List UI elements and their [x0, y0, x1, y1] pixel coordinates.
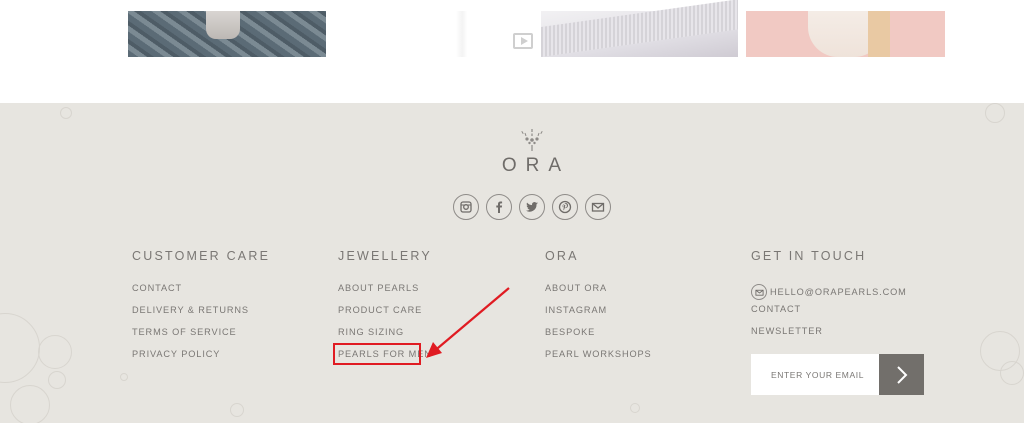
social-links [453, 194, 613, 222]
decorative-bubble [230, 403, 244, 417]
twitter-link[interactable] [519, 194, 545, 220]
pinterest-link[interactable] [552, 194, 578, 220]
link-about-pearls[interactable]: ABOUT PEARLS [338, 282, 432, 304]
link-product-care[interactable]: PRODUCT CARE [338, 304, 432, 326]
decorative-bubble [120, 373, 128, 381]
annotation-arrow [426, 287, 510, 358]
highlight-box [333, 343, 421, 365]
link-pearl-workshops[interactable]: PEARL WORKSHOPS [545, 348, 652, 370]
col-title-ora: ORA [545, 249, 579, 263]
decorative-bubble [630, 403, 640, 413]
logo-wordmark: ORA [501, 155, 571, 176]
footer-col-get-in-touch: GET IN TOUCH HELLO@ORAPEARLS.COM CONTACT… [751, 249, 907, 347]
col-title-customer-care: CUSTOMER CARE [132, 249, 271, 263]
pinterest-icon [558, 200, 572, 214]
link-bespoke[interactable]: BESPOKE [545, 326, 652, 348]
link-about-ora[interactable]: ABOUT ORA [545, 282, 652, 304]
link-privacy-policy[interactable]: PRIVACY POLICY [132, 348, 270, 370]
link-delivery-returns[interactable]: DELIVERY & RETURNS [132, 304, 270, 326]
instagram-link[interactable] [453, 194, 479, 220]
photo-white-wall[interactable] [541, 0, 738, 58]
email-row[interactable]: HELLO@ORAPEARLS.COM [751, 281, 907, 303]
decorative-bubble [0, 313, 40, 383]
site-footer: ORA CUSTOMER CARE CONTACT DELIVERY & RET… [0, 103, 1024, 423]
decorative-bubble [38, 335, 72, 369]
decorative-bubble [1000, 361, 1024, 385]
mail-icon [591, 202, 605, 212]
image-strip [0, 0, 1024, 103]
link-terms-of-service[interactable]: TERMS OF SERVICE [132, 326, 270, 348]
newsletter-submit-button[interactable] [879, 354, 924, 395]
decorative-bubble [60, 107, 72, 119]
photo-figure [206, 11, 240, 39]
pearl-crown-icon [521, 129, 543, 151]
facebook-icon [496, 201, 503, 213]
footer-col-customer-care: CUSTOMER CARE CONTACT DELIVERY & RETURNS… [132, 249, 270, 370]
play-icon[interactable] [513, 33, 533, 49]
decorative-bubble [985, 103, 1005, 123]
model-hair [868, 11, 890, 57]
link-newsletter[interactable]: NEWSLETTER [751, 325, 907, 347]
page-bottom [0, 423, 1024, 435]
link-contact-2[interactable]: CONTACT [751, 303, 907, 325]
link-instagram[interactable]: INSTAGRAM [545, 304, 652, 326]
twitter-icon [526, 202, 538, 212]
ora-logo[interactable]: ORA [492, 127, 572, 179]
instagram-icon [460, 201, 472, 213]
col-title-jewellery: JEWELLERY [338, 249, 432, 263]
mail-icon [751, 284, 767, 300]
col-title-get-in-touch: GET IN TOUCH [751, 249, 867, 263]
footer-col-ora: ORA ABOUT ORA INSTAGRAM BESPOKE PEARL WO… [545, 249, 652, 370]
decorative-bubble [10, 385, 50, 423]
facebook-link[interactable] [486, 194, 512, 220]
photo-pink-model[interactable] [746, 11, 945, 57]
link-email[interactable]: HELLO@ORAPEARLS.COM [770, 286, 907, 298]
email-link[interactable] [585, 194, 611, 220]
newsletter-email-input[interactable] [751, 354, 879, 395]
link-contact[interactable]: CONTACT [132, 282, 270, 304]
photo-cobblestone[interactable] [128, 11, 326, 57]
decorative-bubble [48, 371, 66, 389]
newsletter-form [751, 354, 924, 395]
wall-texture [541, 0, 738, 58]
chevron-right-icon [896, 365, 907, 384]
